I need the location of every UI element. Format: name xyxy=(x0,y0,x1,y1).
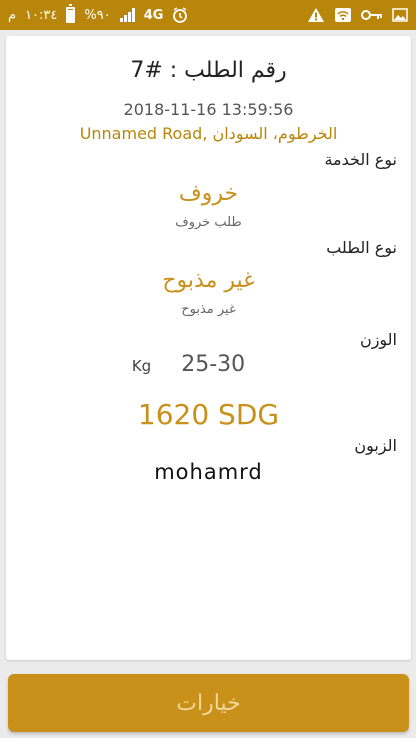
weight-label: الوزن xyxy=(359,330,397,349)
order-datetime: 2018-11-16 13:59:56 xyxy=(123,100,294,119)
order-price: 1620 SDG xyxy=(137,398,280,431)
network-type: 4G xyxy=(143,7,164,23)
order-number-title: رقم الطلب : #7 xyxy=(130,58,287,83)
order-type-subtext: غير مذبوح xyxy=(181,302,236,317)
options-button[interactable]: خيارات xyxy=(8,674,409,732)
battery-icon xyxy=(66,4,76,23)
customer-label: الزبون xyxy=(354,436,397,455)
order-type-value: غير مذبوح xyxy=(162,268,255,293)
service-type-subtext: طلب خروف xyxy=(175,215,242,230)
signal-icon xyxy=(119,8,135,22)
order-address: الخرطوم، السودان ,Unnamed Road xyxy=(79,124,338,143)
status-bar: م ١٠:٣٤ %٩٠ 4G xyxy=(0,0,416,30)
weight-unit: Kg xyxy=(131,357,152,375)
service-type-label: نوع الخدمة xyxy=(324,150,397,169)
status-bar-right xyxy=(307,7,408,23)
clock-time: ١٠:٣٤ xyxy=(25,7,58,23)
service-type-value: خروف xyxy=(178,181,239,206)
wifi-settings-icon xyxy=(334,7,352,23)
time-suffix: م xyxy=(8,7,17,23)
weight-value: 25-30 xyxy=(181,352,246,377)
status-bar-left: م ١٠:٣٤ %٩٠ 4G xyxy=(8,4,188,23)
image-icon xyxy=(392,8,408,22)
key-icon xyxy=(361,9,383,21)
battery-percent: %٩٠ xyxy=(84,7,111,23)
alarm-icon xyxy=(172,7,188,23)
customer-name: mohamrd xyxy=(154,460,263,484)
order-type-label: نوع الطلب xyxy=(326,238,397,257)
order-details-card: رقم الطلب : #7 2018-11-16 13:59:56 الخرط… xyxy=(6,36,411,660)
warning-icon xyxy=(307,7,325,23)
weight-row: Kg 25-30 xyxy=(6,352,411,377)
